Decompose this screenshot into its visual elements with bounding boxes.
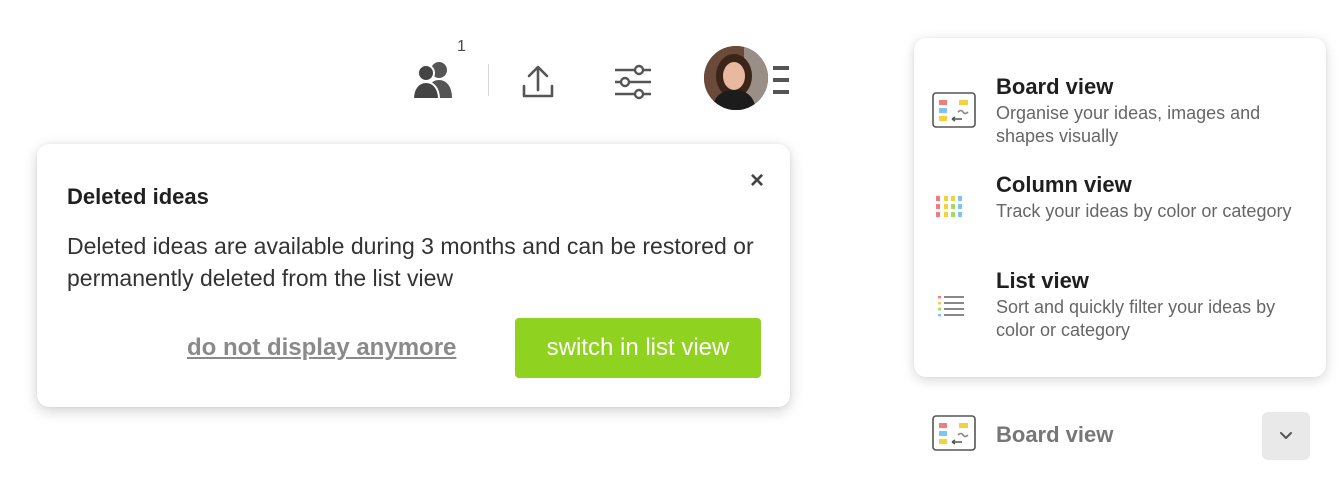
current-view-label: Board view <box>996 422 1114 447</box>
board-view-icon <box>932 92 976 133</box>
column-view-icon <box>932 190 976 231</box>
chevron-down-icon[interactable] <box>1262 412 1310 460</box>
view-option-board[interactable]: Board view Organise your ideas, images a… <box>914 74 1326 164</box>
participants-count: 1 <box>457 38 466 55</box>
view-option-description: Track your ideas by color or category <box>996 201 1292 221</box>
switch-to-list-view-button[interactable]: switch in list view <box>515 318 761 378</box>
toolbar-divider <box>488 64 489 96</box>
view-option-column[interactable]: Column view Track your ideas by color or… <box>914 172 1326 262</box>
view-option-description: Organise your ideas, images and shapes v… <box>996 103 1261 146</box>
user-avatar[interactable] <box>704 46 768 110</box>
view-menu-dropdown: Board view Organise your ideas, images a… <box>914 38 1326 377</box>
view-option-description: Sort and quickly filter your ideas by co… <box>996 297 1276 340</box>
current-view-selector[interactable]: Board view <box>930 412 1312 460</box>
do-not-display-anymore-link[interactable]: do not display anymore <box>187 334 456 362</box>
view-option-list[interactable]: List view Sort and quickly filter your i… <box>914 268 1326 358</box>
deleted-ideas-popup: Deleted ideas × Deleted ideas are availa… <box>37 144 790 407</box>
menu-icon[interactable] <box>768 60 794 100</box>
list-view-icon <box>932 290 976 331</box>
app-root: 1 Deleted ideas × Deleted ideas are avai… <box>0 0 1339 485</box>
view-option-title: Column view <box>996 172 1132 197</box>
view-option-title: List view <box>996 268 1089 293</box>
share-upload-icon[interactable] <box>516 60 560 104</box>
popup-title: Deleted ideas <box>67 184 209 209</box>
view-option-title: Board view <box>996 74 1114 99</box>
close-icon[interactable]: × <box>744 168 770 194</box>
filter-settings-icon[interactable] <box>606 60 660 104</box>
popup-message: Deleted ideas are available during 3 mon… <box>67 233 754 291</box>
board-view-icon <box>932 415 976 456</box>
participants-icon[interactable] <box>408 58 460 102</box>
